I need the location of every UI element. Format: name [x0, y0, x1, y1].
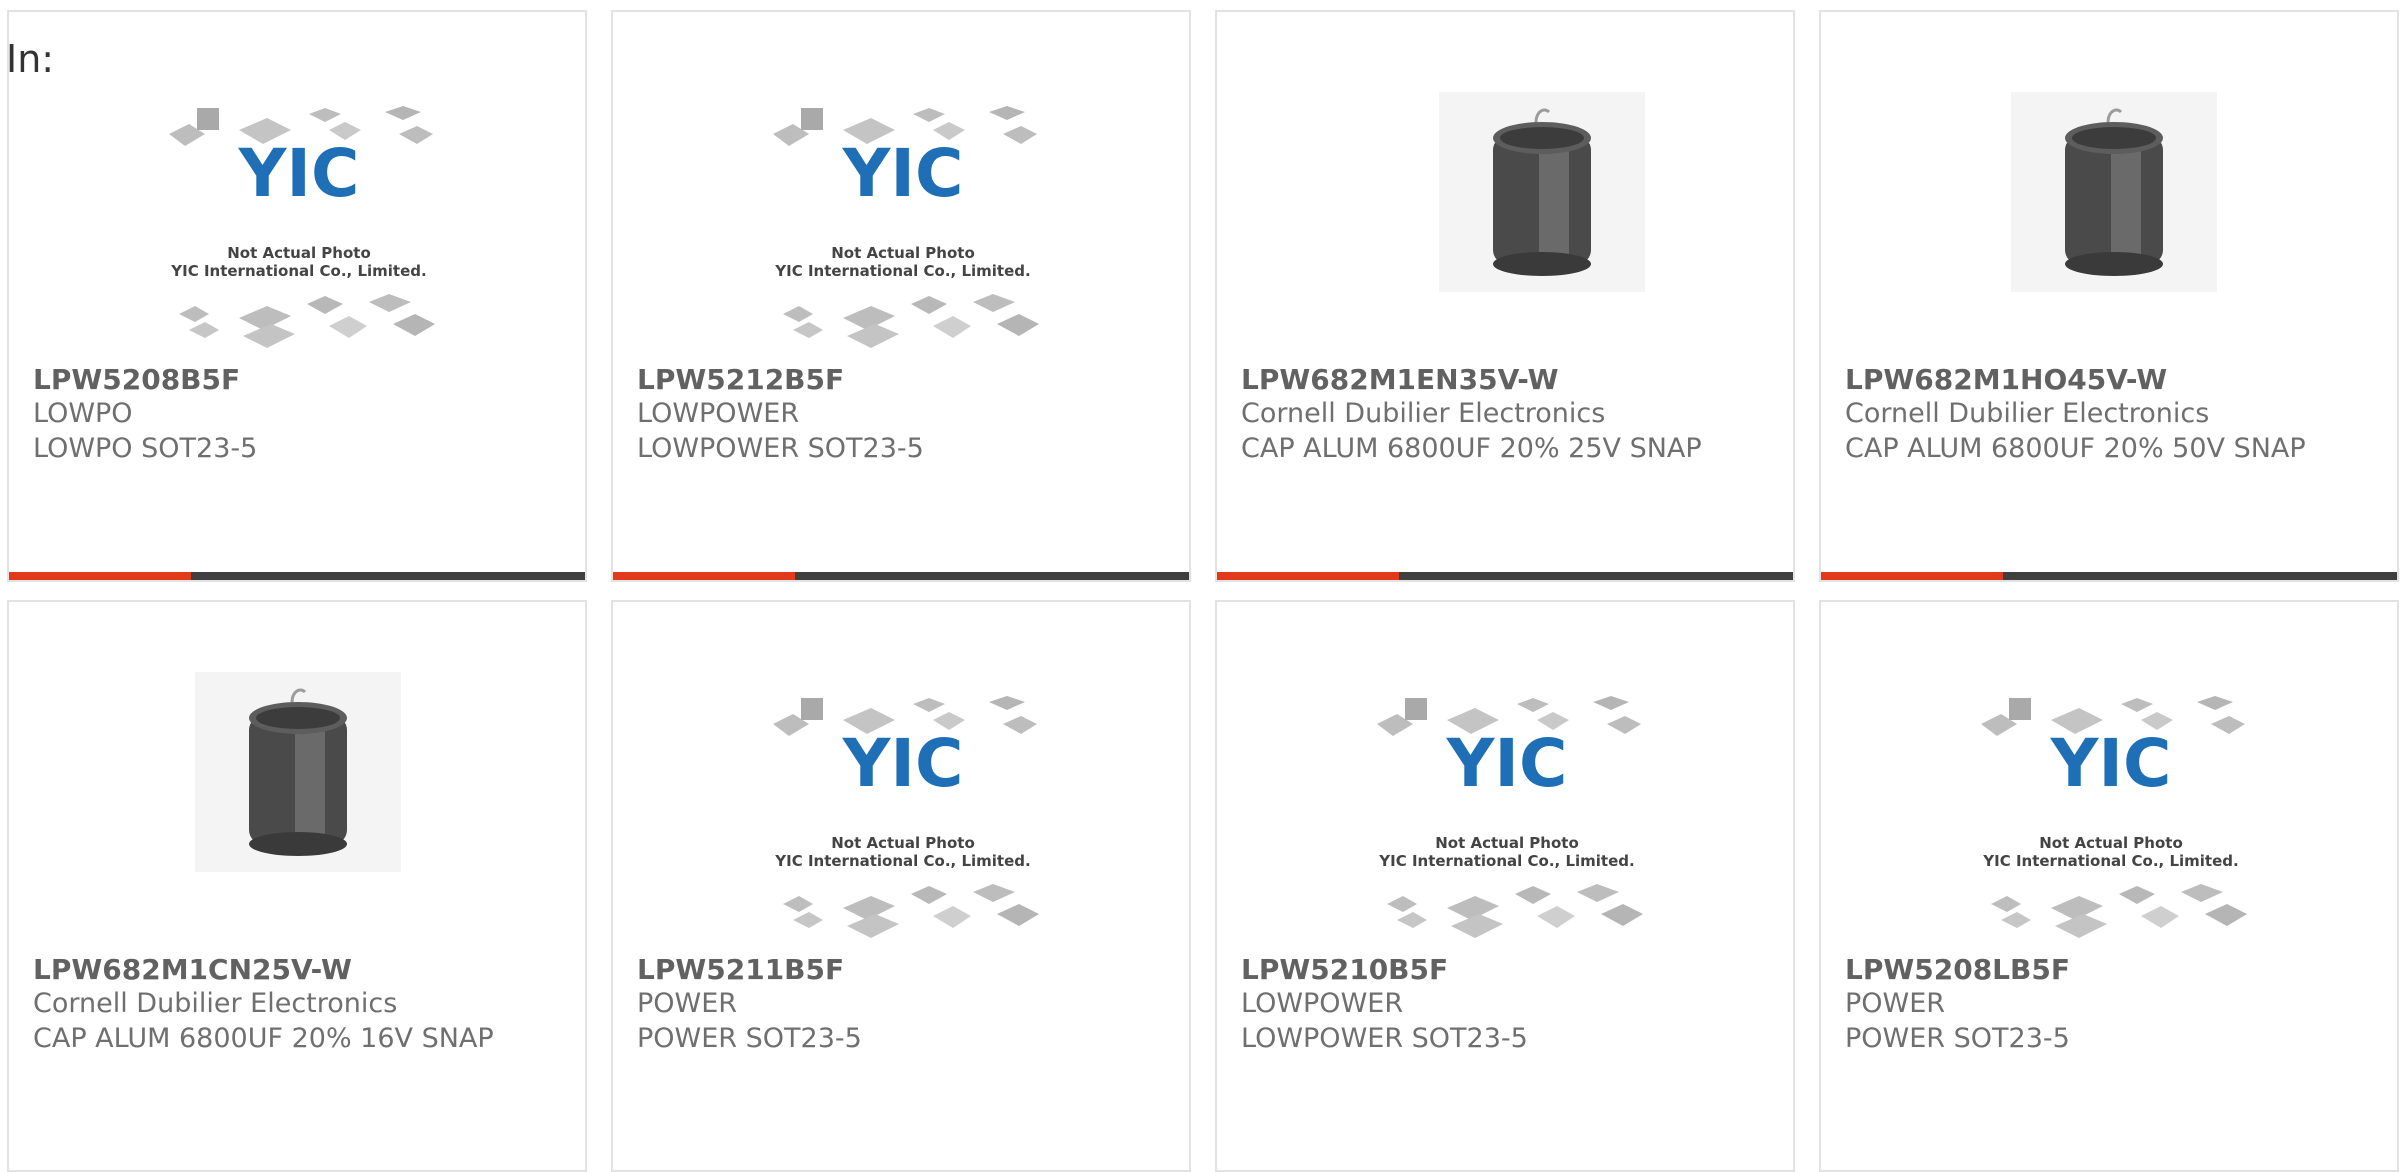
yic-company-text: YIC International Co., Limited.: [1982, 852, 2238, 870]
yic-logo: YIC: [842, 725, 964, 802]
manufacturer: Cornell Dubilier Electronics: [33, 988, 398, 1019]
placeholder-icon: YIC Not Actual Photo YIC International C…: [763, 694, 1043, 944]
not-actual-photo-text: Not Actual Photo: [227, 244, 371, 262]
manufacturer: LOWPO: [33, 398, 133, 429]
description: CAP ALUM 6800UF 20% 25V SNAP: [1241, 433, 1702, 464]
manufacturer: POWER: [1845, 988, 1946, 1019]
not-actual-photo-text: Not Actual Photo: [2039, 834, 2183, 852]
filter-label: In:: [6, 37, 55, 81]
product-card[interactable]: YIC Not Actual Photo YIC International C…: [1215, 600, 1795, 1172]
manufacturer: LOWPOWER: [637, 398, 800, 429]
placeholder-icon: YIC Not Actual Photo YIC International C…: [159, 104, 439, 354]
manufacturer: Cornell Dubilier Electronics: [1845, 398, 2210, 429]
capacitor-icon: [2011, 92, 2217, 292]
not-actual-photo-text: Not Actual Photo: [831, 244, 975, 262]
yic-company-text: YIC International Co., Limited.: [774, 262, 1030, 280]
product-card[interactable]: YIC Not Actual Photo YIC International C…: [1819, 600, 2399, 1172]
product-card[interactable]: LPW682M1EN35V-W Cornell Dubilier Electro…: [1215, 10, 1795, 582]
yic-company-text: YIC International Co., Limited.: [170, 262, 426, 280]
yic-company-text: YIC International Co., Limited.: [774, 852, 1030, 870]
card-footer-bar: [613, 572, 1189, 580]
placeholder-icon: YIC Not Actual Photo YIC International C…: [1367, 694, 1647, 944]
yic-logo: YIC: [2050, 725, 2172, 802]
part-number[interactable]: LPW5212B5F: [637, 363, 844, 396]
part-number[interactable]: LPW682M1CN25V-W: [33, 953, 352, 986]
part-number[interactable]: LPW5208B5F: [33, 363, 240, 396]
description: LOWPOWER SOT23-5: [637, 433, 924, 464]
manufacturer: Cornell Dubilier Electronics: [1241, 398, 1606, 429]
placeholder-icon: YIC Not Actual Photo YIC International C…: [1971, 694, 2251, 944]
description: LOWPOWER SOT23-5: [1241, 1023, 1528, 1054]
card-footer-bar: [1217, 572, 1793, 580]
card-footer-bar: [1821, 572, 2397, 580]
part-number[interactable]: LPW682M1EN35V-W: [1241, 363, 1558, 396]
yic-logo: YIC: [238, 135, 360, 212]
description: CAP ALUM 6800UF 20% 16V SNAP: [33, 1023, 494, 1054]
part-number[interactable]: LPW5208LB5F: [1845, 953, 2070, 986]
description: LOWPO SOT23-5: [33, 433, 258, 464]
product-card[interactable]: YIC Not Actual Photo YIC International C…: [7, 10, 587, 582]
description: CAP ALUM 6800UF 20% 50V SNAP: [1845, 433, 2306, 464]
yic-logo: YIC: [1446, 725, 1568, 802]
description: POWER SOT23-5: [1845, 1023, 2070, 1054]
yic-logo: YIC: [842, 135, 964, 212]
manufacturer: POWER: [637, 988, 738, 1019]
product-card[interactable]: YIC Not Actual Photo YIC International C…: [611, 600, 1191, 1172]
part-number[interactable]: LPW5210B5F: [1241, 953, 1448, 986]
part-number[interactable]: LPW682M1HO45V-W: [1845, 363, 2167, 396]
product-card[interactable]: LPW682M1HO45V-W Cornell Dubilier Electro…: [1819, 10, 2399, 582]
manufacturer: LOWPOWER: [1241, 988, 1404, 1019]
placeholder-icon: YIC Not Actual Photo YIC International C…: [763, 104, 1043, 354]
not-actual-photo-text: Not Actual Photo: [1435, 834, 1579, 852]
card-footer-bar: [9, 572, 585, 580]
capacitor-icon: [1439, 92, 1645, 292]
part-number[interactable]: LPW5211B5F: [637, 953, 844, 986]
capacitor-icon: [195, 672, 401, 872]
description: POWER SOT23-5: [637, 1023, 862, 1054]
product-card[interactable]: LPW682M1CN25V-W Cornell Dubilier Electro…: [7, 600, 587, 1172]
product-card[interactable]: YIC Not Actual Photo YIC International C…: [611, 10, 1191, 582]
yic-company-text: YIC International Co., Limited.: [1378, 852, 1634, 870]
not-actual-photo-text: Not Actual Photo: [831, 834, 975, 852]
